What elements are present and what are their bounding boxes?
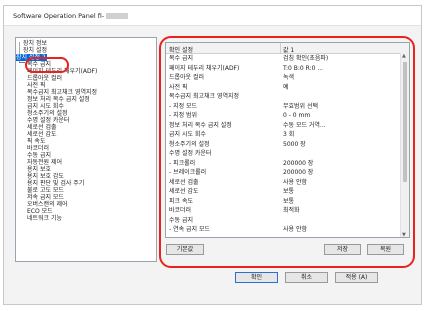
tree-item[interactable]: 장치 정보 — [23, 40, 47, 47]
cancel-button[interactable]: 취소 — [285, 272, 328, 283]
tree-item[interactable]: 세로선 감도 — [27, 131, 57, 138]
tree-item[interactable]: 수동 급지 — [27, 152, 51, 159]
tree-item[interactable]: 청소주기의 설정 — [27, 110, 68, 117]
redacted-model — [106, 13, 129, 19]
default-button[interactable]: 기본값 — [166, 244, 204, 255]
tree-item[interactable]: 용지 보호 감도 — [27, 173, 64, 180]
tree-item[interactable]: 복수급지 최고채크 영역지정 — [27, 89, 97, 96]
tree-item[interactable]: ECO 모드 — [27, 208, 53, 215]
tree-item[interactable]: 저속 급지 모드 — [27, 194, 64, 201]
tree-item[interactable]: 급지 시도 회수 — [27, 103, 64, 110]
tree-item[interactable]: 용지 판단 및 검사 주기 — [27, 180, 84, 187]
highlight-oval-tree — [25, 57, 69, 73]
title-bar: Software Operation Panel fi- — [4, 6, 421, 26]
tree-item[interactable]: 사전 픽 — [27, 82, 45, 89]
tree-item[interactable]: 불로 고도 모드 — [27, 187, 64, 194]
highlight-oval-panel — [159, 36, 415, 268]
restore-button[interactable]: 복원 — [367, 244, 404, 255]
tree-item[interactable]: 정보 처리 복수 급지 설정 — [27, 96, 90, 103]
save-button[interactable]: 저장 — [324, 244, 361, 255]
tree-item[interactable]: 바코더러 — [27, 145, 49, 152]
tree-item[interactable]: 수명 설정 카운터 — [27, 117, 69, 124]
ok-button[interactable]: 확인 — [235, 272, 278, 283]
tree-item[interactable]: 드롭아웃 컬러 — [27, 75, 62, 82]
tree-item[interactable]: 오버스캔의 제어 — [27, 201, 68, 208]
window-title: Software Operation Panel fi- — [13, 12, 129, 20]
tree-item[interactable]: 용지 보호 — [27, 166, 51, 173]
tree-item[interactable]: 장치 설정 — [23, 47, 47, 54]
tree-item[interactable]: 픽 속도 — [27, 138, 45, 145]
tree-item[interactable]: 세로선 검출 — [27, 124, 57, 131]
apply-button[interactable]: 적용 (A) — [335, 272, 378, 283]
tree-item[interactable]: 네트워크 기능 — [27, 215, 62, 222]
tree-item[interactable]: 자동전원 제어 — [27, 159, 62, 166]
